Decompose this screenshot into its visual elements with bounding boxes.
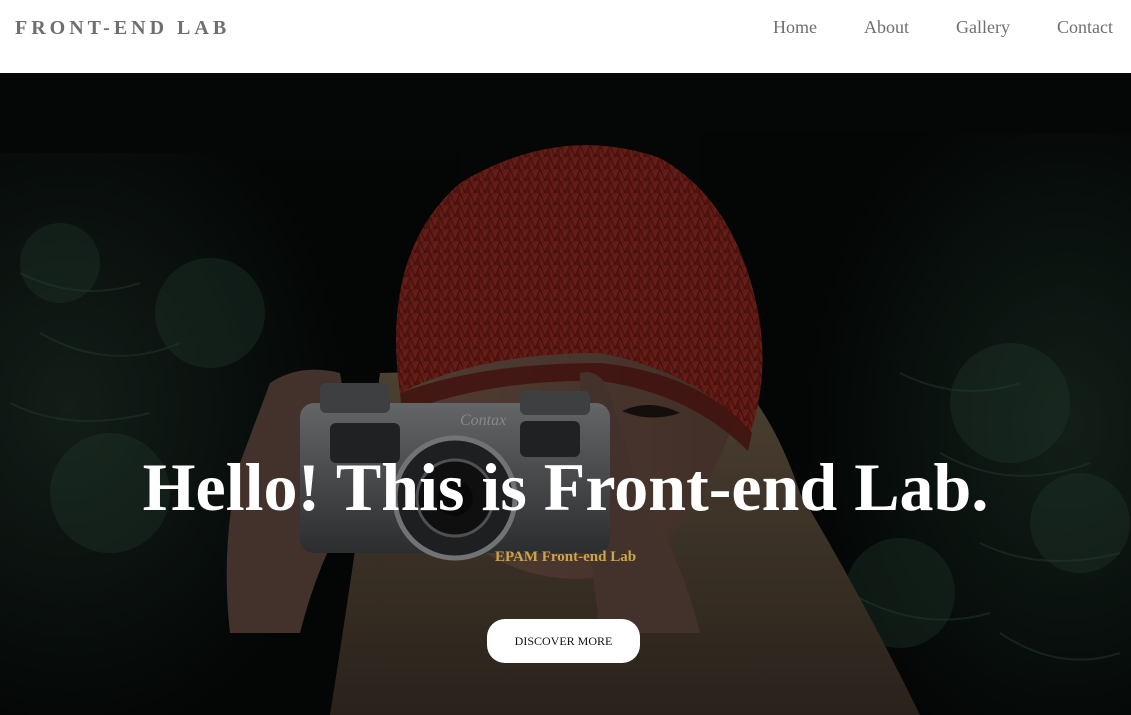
- hero-section: Contax Hello! This is Front-end Lab. EPA…: [0, 73, 1131, 715]
- hero-subtitle: EPAM Front-end Lab: [494, 549, 637, 565]
- nav-link-gallery[interactable]: Gallery: [956, 17, 1010, 38]
- main-nav: Home About Gallery Contact: [726, 17, 1113, 38]
- site-logo[interactable]: FRONT-END LAB: [15, 17, 230, 40]
- site-header: FRONT-END LAB Home About Gallery Contact: [0, 0, 1131, 73]
- nav-link-home[interactable]: Home: [773, 17, 817, 38]
- nav-link-about[interactable]: About: [864, 17, 909, 38]
- discover-more-button[interactable]: DISCOVER MORE: [487, 619, 640, 663]
- nav-link-contact[interactable]: Contact: [1057, 17, 1113, 38]
- hero-title: Hello! This is Front-end Lab.: [142, 449, 989, 525]
